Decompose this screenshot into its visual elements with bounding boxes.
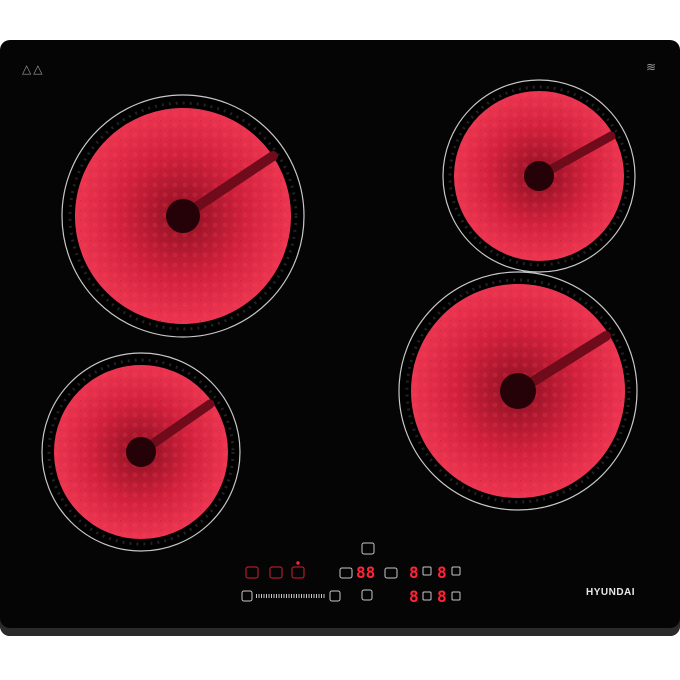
zone-display-front-right: 8 — [437, 587, 447, 606]
warning-triangle-icons: △△ — [22, 62, 45, 76]
burner-rear-left — [61, 94, 305, 338]
zone-display-front-left: 8 — [409, 587, 419, 606]
timer-display: 88 — [356, 563, 376, 582]
slider-minimum[interactable] — [241, 590, 253, 602]
burner-front-left — [41, 352, 241, 552]
plus-button[interactable] — [384, 567, 398, 579]
slider-maximum[interactable] — [329, 590, 341, 602]
pause-button[interactable] — [291, 566, 305, 579]
burner-rear-right — [442, 79, 636, 273]
zone-display-rear-right: 8 — [437, 563, 447, 582]
lock-button[interactable] — [245, 566, 259, 579]
minus-button[interactable] — [339, 567, 353, 579]
control-panel — [241, 542, 461, 602]
info-button[interactable] — [361, 589, 373, 601]
timer-button[interactable] — [361, 542, 375, 555]
brand-logo: HYUNDAI — [586, 587, 636, 598]
power-button[interactable] — [269, 566, 283, 579]
residual-heat-icon: ≋ — [646, 60, 657, 74]
cooktop-surface — [41, 79, 638, 602]
zone-display-rear-left: 8 — [409, 563, 419, 582]
burner-front-right — [398, 271, 638, 511]
